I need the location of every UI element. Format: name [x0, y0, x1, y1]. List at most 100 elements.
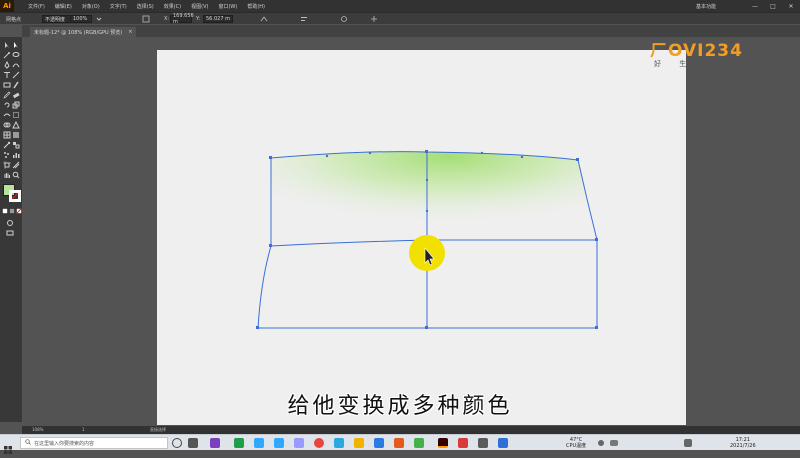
- menu-help[interactable]: 帮助(H): [247, 3, 265, 10]
- menu-effect[interactable]: 效果(C): [164, 3, 181, 10]
- app-icon[interactable]: [234, 438, 244, 448]
- minimize-button[interactable]: —: [746, 3, 764, 10]
- taskbar-search-box[interactable]: 在这里输入你要搜索的内容: [20, 437, 168, 449]
- handle-point[interactable]: [425, 209, 429, 213]
- align-icon[interactable]: [300, 15, 308, 23]
- transform-icon[interactable]: [142, 15, 150, 23]
- direct-selection-tool-icon[interactable]: [12, 41, 20, 49]
- anchor-point[interactable]: [269, 156, 272, 159]
- warp-tool-icon[interactable]: [3, 111, 11, 119]
- lasso-icon[interactable]: [12, 51, 20, 59]
- paintbrush-tool-icon[interactable]: [12, 81, 20, 89]
- arrange-icon[interactable]: [370, 15, 378, 23]
- close-button[interactable]: ✕: [782, 3, 800, 10]
- illustrator-icon[interactable]: [438, 438, 448, 448]
- premiere-icon[interactable]: [294, 438, 304, 448]
- maximize-button[interactable]: □: [764, 3, 782, 10]
- artboard-number[interactable]: 1: [82, 427, 85, 432]
- system-clock[interactable]: 17:21 2021/7/26: [730, 437, 756, 449]
- opacity-field[interactable]: 100%: [70, 15, 92, 23]
- handle-point[interactable]: [520, 155, 524, 159]
- slice-tool-icon[interactable]: [12, 161, 20, 169]
- artboard[interactable]: [157, 50, 686, 425]
- app-icon[interactable]: [374, 438, 384, 448]
- folder-icon[interactable]: [354, 438, 364, 448]
- anchor-point[interactable]: [595, 326, 598, 329]
- menu-object[interactable]: 对象(O): [82, 3, 100, 10]
- app-icon[interactable]: [210, 438, 220, 448]
- menu-view[interactable]: 视图(V): [191, 3, 208, 10]
- zoom-level[interactable]: 108%: [32, 427, 43, 432]
- anchor-convert-icon[interactable]: [260, 15, 268, 23]
- chrome-icon[interactable]: [314, 438, 324, 448]
- symbol-sprayer-icon[interactable]: [3, 151, 11, 159]
- pencil-tool-icon[interactable]: [3, 91, 11, 99]
- cortana-icon[interactable]: [172, 438, 182, 448]
- anchor-point[interactable]: [425, 150, 428, 153]
- none-mode-icon[interactable]: [16, 208, 24, 216]
- stroke-swatch[interactable]: [9, 190, 21, 202]
- artwork-canvas[interactable]: [157, 50, 686, 425]
- handle-point[interactable]: [425, 178, 429, 182]
- task-view-icon[interactable]: [188, 438, 198, 448]
- graph-tool-icon[interactable]: [12, 151, 20, 159]
- screen-mode-icon[interactable]: [6, 229, 14, 237]
- eyedropper-icon[interactable]: [3, 141, 11, 149]
- draw-mode-icon[interactable]: [6, 219, 14, 227]
- hand-tool-icon[interactable]: [3, 171, 11, 179]
- perspective-grid-icon[interactable]: [12, 121, 20, 129]
- menu-select[interactable]: 选择(S): [137, 3, 154, 10]
- zoom-tool-icon[interactable]: [12, 171, 20, 179]
- eraser-tool-icon[interactable]: [12, 91, 20, 99]
- workspace-switcher[interactable]: 基本功能: [696, 3, 716, 10]
- app-icon[interactable]: [414, 438, 424, 448]
- anchor-point[interactable]: [576, 158, 579, 161]
- close-tab-icon[interactable]: ×: [128, 29, 132, 35]
- windows-start-icon[interactable]: [4, 439, 12, 454]
- free-transform-icon[interactable]: [12, 111, 20, 119]
- network-icon[interactable]: [610, 440, 618, 446]
- app-icon[interactable]: [334, 438, 344, 448]
- photoshop-icon[interactable]: [274, 438, 284, 448]
- type-tool-icon[interactable]: [3, 71, 11, 79]
- artboard-tool-icon[interactable]: [3, 161, 11, 169]
- photoshop-icon[interactable]: [254, 438, 264, 448]
- mesh-tool-icon[interactable]: [3, 131, 11, 139]
- cpu-temp-widget[interactable]: 47°C CPU温度: [566, 437, 586, 449]
- notification-icon[interactable]: [684, 439, 692, 447]
- app-icon[interactable]: [478, 438, 488, 448]
- selection-tool-icon[interactable]: [3, 41, 11, 49]
- app-icon[interactable]: [498, 438, 508, 448]
- anchor-point[interactable]: [269, 244, 272, 247]
- handle-point[interactable]: [480, 151, 484, 155]
- menu-edit[interactable]: 编辑(E): [55, 3, 72, 10]
- rotate-tool-icon[interactable]: [3, 101, 11, 109]
- tray-up-arrow-icon[interactable]: [598, 440, 604, 446]
- rectangle-tool-icon[interactable]: [3, 81, 11, 89]
- gradient-mesh-fill[interactable]: [271, 151, 595, 245]
- y-label: Y:: [196, 16, 201, 22]
- scale-tool-icon[interactable]: [12, 101, 20, 109]
- menu-type[interactable]: 文字(T): [110, 3, 127, 10]
- app-icon[interactable]: [458, 438, 468, 448]
- anchor-point[interactable]: [256, 326, 259, 329]
- anchor-point[interactable]: [425, 326, 428, 329]
- magic-wand-icon[interactable]: [3, 51, 11, 59]
- blend-tool-icon[interactable]: [12, 141, 20, 149]
- isolate-icon[interactable]: [340, 15, 348, 23]
- menu-file[interactable]: 文件(F): [28, 3, 45, 10]
- handle-point[interactable]: [368, 151, 372, 155]
- pen-tool-icon[interactable]: [3, 61, 11, 69]
- menu-window[interactable]: 窗口(W): [218, 3, 237, 10]
- handle-point[interactable]: [325, 154, 329, 158]
- x-field[interactable]: 169.656 m: [170, 13, 194, 25]
- anchor-point[interactable]: [595, 238, 598, 241]
- curvature-tool-icon[interactable]: [12, 61, 20, 69]
- line-tool-icon[interactable]: [12, 71, 20, 79]
- document-tab[interactable]: 未标题-12* @ 108% (RGB/GPU 预览) ×: [30, 27, 137, 37]
- y-field[interactable]: 56.027 m: [203, 15, 233, 23]
- chevron-down-icon[interactable]: [95, 15, 103, 23]
- gradient-tool-icon[interactable]: [12, 131, 20, 139]
- app-icon[interactable]: [394, 438, 404, 448]
- shape-builder-icon[interactable]: [3, 121, 11, 129]
